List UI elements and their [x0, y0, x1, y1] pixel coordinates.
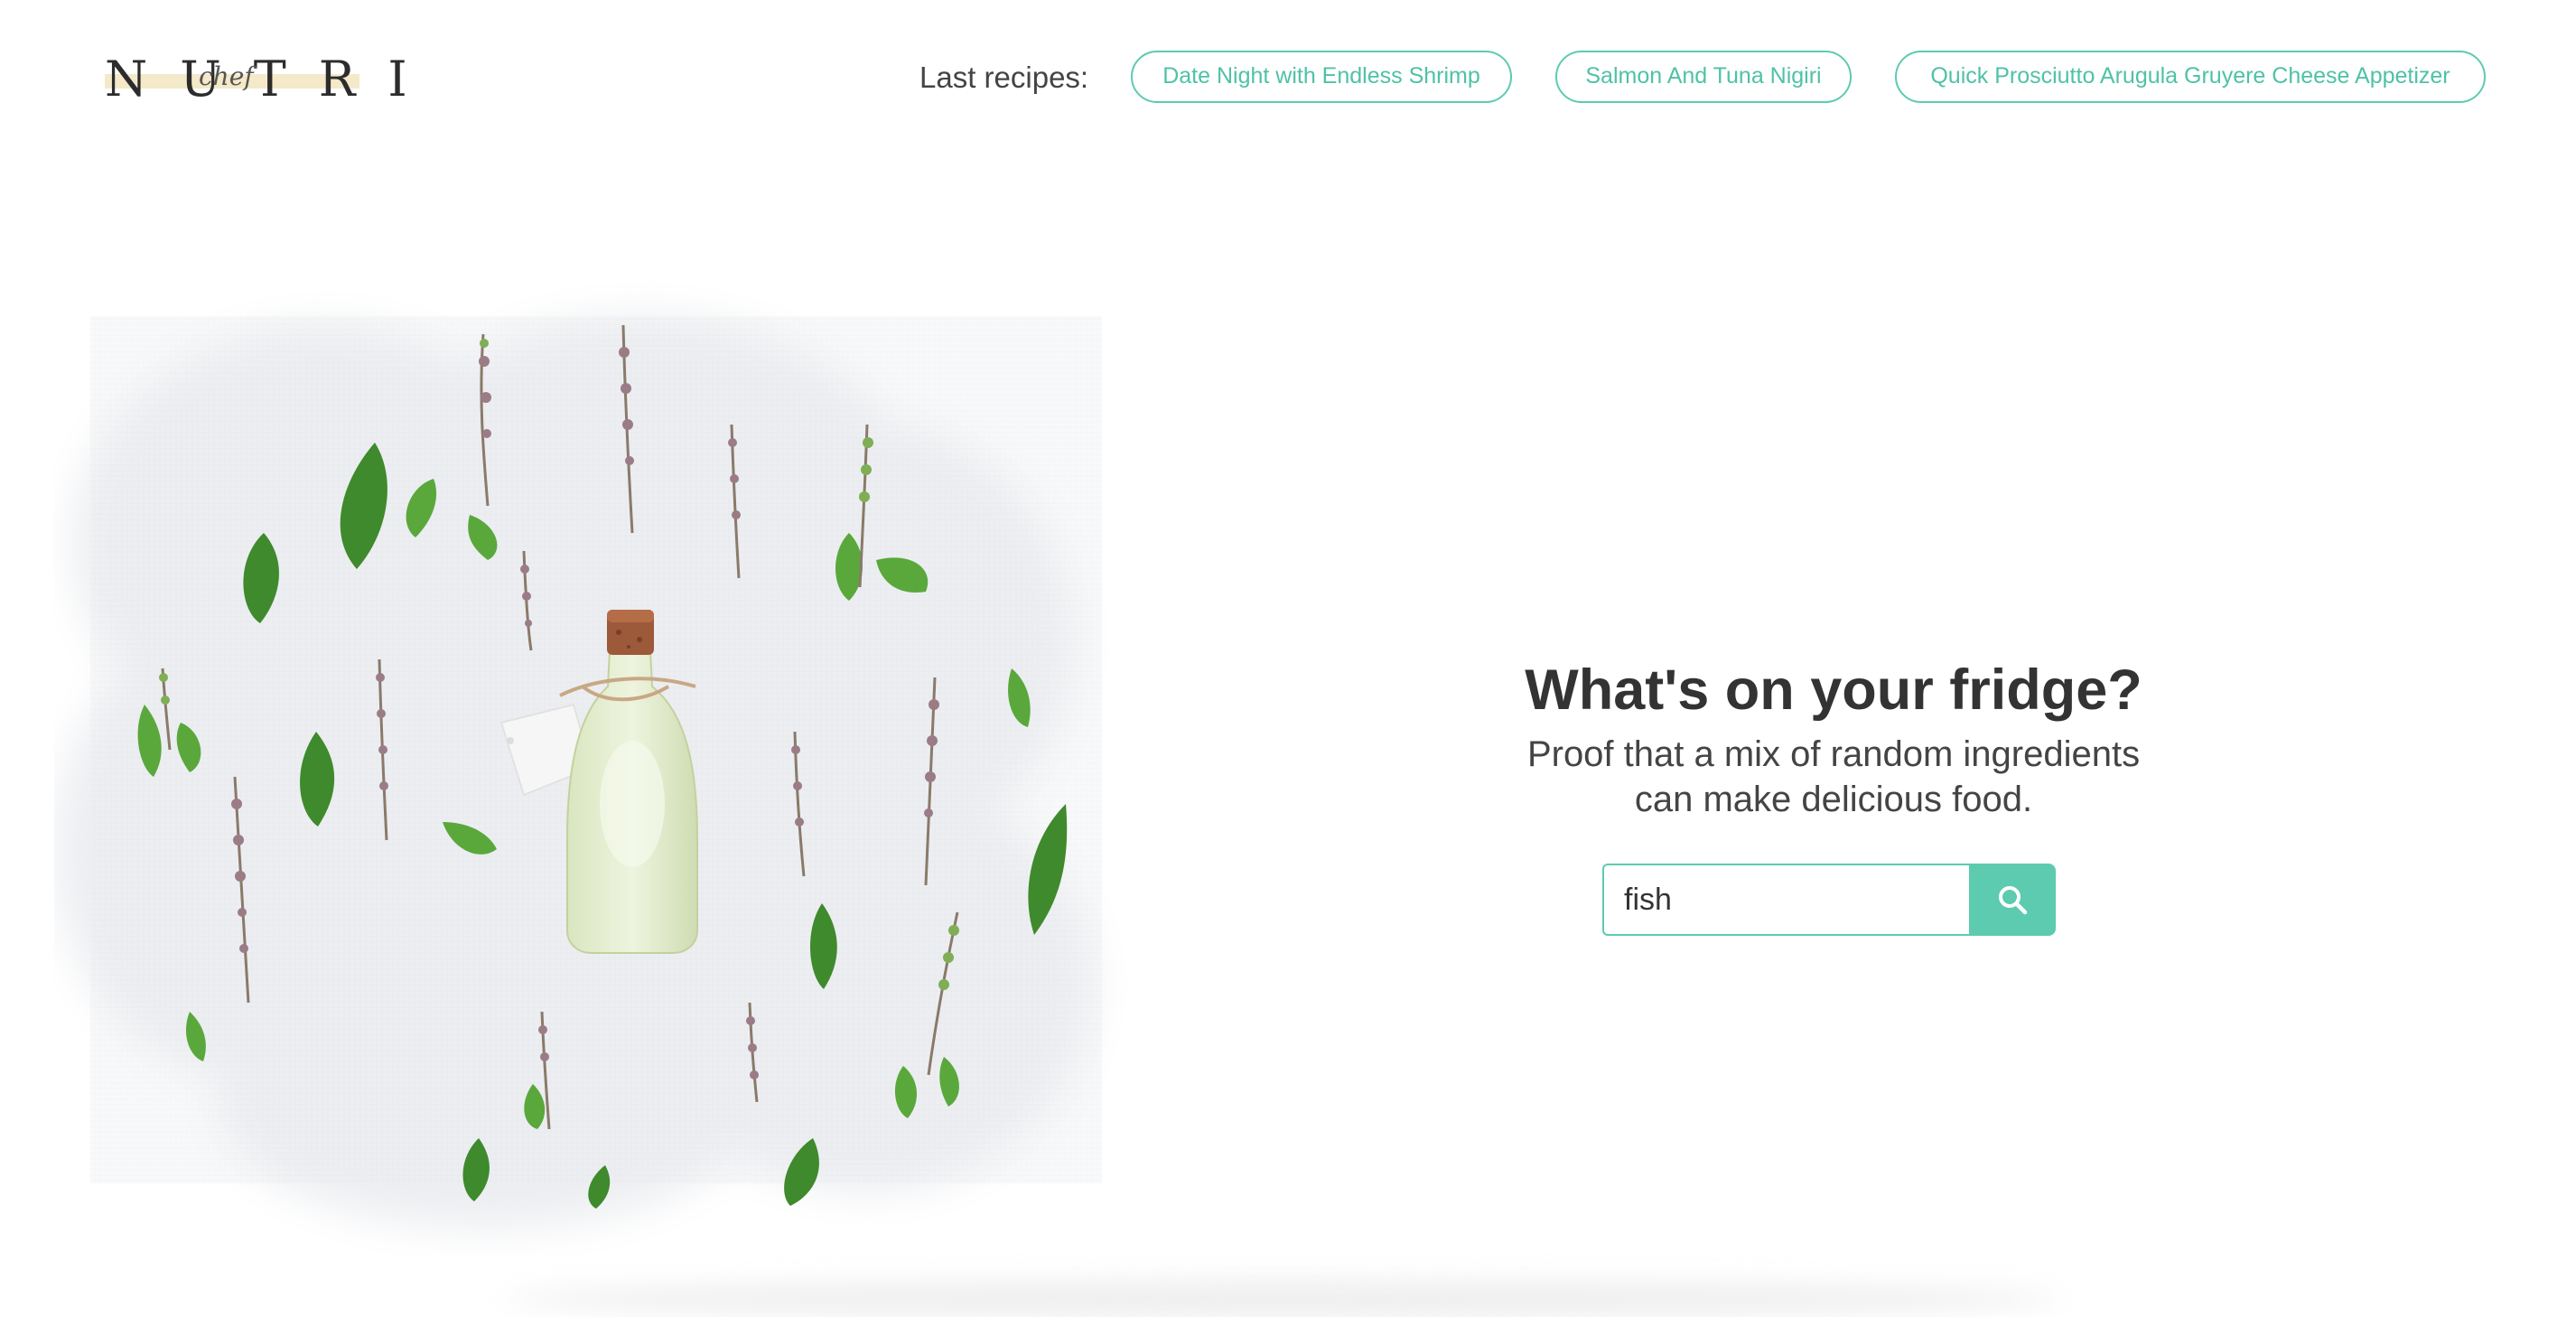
subtitle-line-2: can make delicious food.	[1634, 780, 2033, 819]
herb-bottle-illustration	[54, 262, 1138, 1256]
bottom-section-shadow	[506, 1281, 2059, 1317]
search-icon	[1999, 886, 2028, 915]
ingredient-search-form	[1602, 864, 2056, 936]
recipe-link-salmon-tuna-nigiri[interactable]: Salmon And Tuna Nigiri	[1555, 51, 1852, 103]
subtitle-line-1: Proof that a mix of random ingredients	[1526, 734, 2141, 774]
nutrichef-logo[interactable]: NUTRI chef	[105, 51, 407, 108]
page-subtitle: Proof that a mix of random ingredients c…	[1427, 732, 2240, 822]
logo-wordmark: NUTRI	[105, 51, 440, 107]
ingredient-search-input[interactable]	[1602, 864, 1969, 936]
recipe-link-date-night-shrimp[interactable]: Date Night with Endless Shrimp	[1131, 51, 1512, 103]
page-title: What's on your fridge?	[1525, 658, 2142, 722]
search-button[interactable]	[1969, 864, 2056, 936]
recipe-link-prosciutto-appetizer[interactable]: Quick Prosciutto Arugula Gruyere Cheese …	[1895, 51, 2486, 103]
last-recipes-label: Last recipes:	[919, 61, 1089, 94]
logo-script-text: chef	[199, 61, 254, 91]
